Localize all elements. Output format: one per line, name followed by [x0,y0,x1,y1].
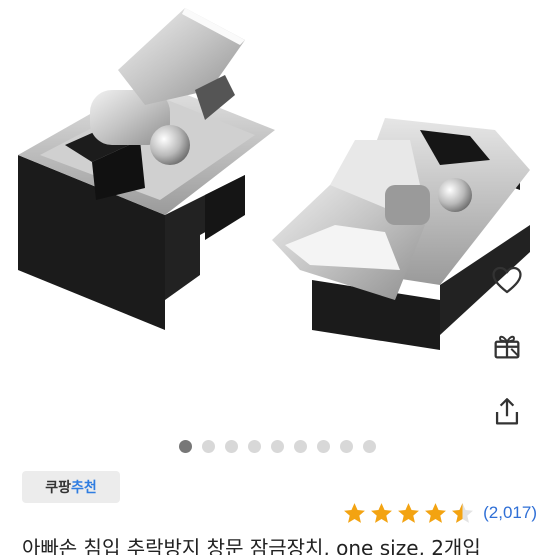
carousel-dot[interactable] [271,439,284,453]
carousel-dot[interactable] [340,439,353,453]
star-icon [396,501,421,526]
rating-stars [342,501,475,526]
product-image[interactable] [0,0,555,430]
carousel-dot[interactable] [179,439,192,453]
carousel-pagination [0,437,555,455]
right-lock-illustration [272,118,530,350]
product-title: 아빠손 침입 추락방지 창문 잠금장치, one size, 2개입 [22,536,481,555]
product-rating[interactable]: (2,017) [342,499,537,527]
star-icon [342,501,367,526]
gift-icon [494,335,520,359]
review-count-link[interactable]: (2,017) [483,503,537,523]
gift-button[interactable] [485,324,529,368]
carousel-dot[interactable] [202,439,215,453]
carousel-dot[interactable] [317,439,330,453]
coupang-recommend-badge: 쿠팡 추천 [22,471,120,503]
badge-brand-text: 쿠팡 [45,480,71,496]
wishlist-button[interactable] [485,258,529,302]
heart-icon [492,266,522,294]
star-icon [423,501,448,526]
carousel-dot[interactable] [248,439,261,453]
share-button[interactable] [485,390,529,434]
badge-recommend-text: 추천 [71,480,97,496]
half-star-icon [450,501,475,526]
share-icon [495,398,519,425]
carousel-dot[interactable] [363,439,376,453]
carousel-dot[interactable] [225,439,238,453]
carousel-dot[interactable] [294,439,307,453]
left-lock-illustration [18,8,275,330]
star-icon [369,501,394,526]
